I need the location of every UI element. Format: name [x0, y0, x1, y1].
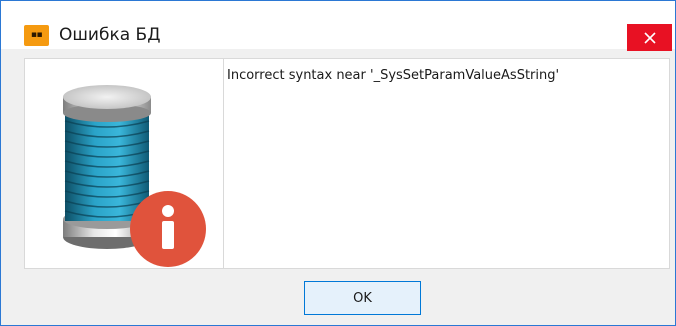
icon-area	[25, 59, 224, 268]
database-info-icon	[63, 85, 206, 267]
error-message: Incorrect syntax near '_SysSetParamValue…	[227, 68, 560, 83]
close-button[interactable]	[627, 24, 672, 51]
error-dialog: ▪▪ Ошибка БД Incorrect syntax near '_Sys…	[0, 0, 676, 326]
app-logo-icon: ▪▪	[24, 25, 49, 46]
content-panel: Incorrect syntax near '_SysSetParamValue…	[24, 58, 670, 269]
close-icon	[643, 31, 656, 44]
ok-button[interactable]: OK	[304, 281, 421, 315]
title-bar[interactable]: ▪▪ Ошибка БД	[1, 1, 675, 51]
window-title: Ошибка БД	[59, 25, 161, 45]
app-icon-mark: ▪▪	[30, 30, 43, 40]
